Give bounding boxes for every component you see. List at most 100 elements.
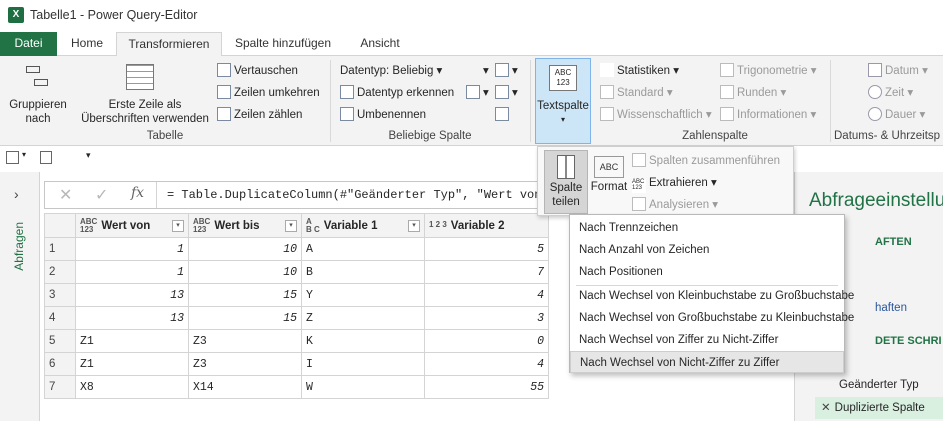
- filter-dropdown-icon[interactable]: ▾: [408, 219, 420, 232]
- expand-pane-icon[interactable]: ›: [14, 186, 19, 202]
- cell[interactable]: 4: [424, 352, 549, 376]
- column-header-variable-2[interactable]: 1 2 3 Variable 2: [424, 213, 549, 238]
- trigonometrie-button[interactable]: Trigonometrie ▾: [720, 63, 817, 77]
- erste-zeile-button[interactable]: Erste Zeile als Überschriften verwenden: [70, 98, 220, 126]
- dauer-button[interactable]: Dauer ▾: [868, 107, 925, 121]
- formula-text[interactable]: = Table.DuplicateColumn(#"Geänderter Typ…: [167, 188, 570, 202]
- save-icon[interactable]: [6, 151, 19, 164]
- vertauschen-button[interactable]: Vertauschen: [217, 63, 298, 77]
- spalte-teilen-button[interactable]: Spalte teilen: [544, 150, 588, 214]
- all-properties-link[interactable]: haften: [875, 302, 907, 314]
- cell[interactable]: 13: [75, 306, 189, 330]
- table-row[interactable]: 3 13 15 Y 4: [44, 283, 549, 307]
- header-row: ABC 123 Wert von ▾ ABC 123 Wert bis ▾ A B CV…: [44, 213, 549, 238]
- menu-klein-zu-gross[interactable]: Nach Wechsel von Kleinbuchstabe zu Großb…: [570, 285, 854, 307]
- gruppieren-button[interactable]: Gruppieren nach: [4, 98, 72, 126]
- fx-icon[interactable]: fx: [131, 185, 144, 201]
- informationen-button[interactable]: Informationen ▾: [720, 107, 816, 121]
- cell[interactable]: 5: [424, 237, 549, 261]
- wissenschaftlich-button[interactable]: Wissenschaftlich ▾: [600, 107, 712, 121]
- menu-nach-trennzeichen[interactable]: Nach Trennzeichen: [570, 217, 844, 239]
- cell[interactable]: 1: [75, 260, 189, 284]
- standard-button[interactable]: Standard ▾: [600, 85, 673, 99]
- convert-list-icon[interactable]: [495, 107, 512, 121]
- reverse-rows-icon: [217, 85, 231, 99]
- zeit-button[interactable]: Zeit ▾: [868, 85, 913, 99]
- datentyp-erkennen-button[interactable]: Datentyp erkennen: [340, 85, 454, 99]
- cell[interactable]: Z1: [75, 352, 189, 376]
- cell[interactable]: 10: [188, 237, 302, 261]
- filter-dropdown-icon[interactable]: ▾: [285, 219, 297, 232]
- zeilen-umkehren-button[interactable]: Zeilen umkehren: [217, 85, 320, 99]
- tab-spalte-hinzufuegen[interactable]: Spalte hinzufügen: [227, 32, 339, 56]
- table-row[interactable]: 5 Z1 Z3 K 0: [44, 329, 549, 353]
- cell[interactable]: Z3: [188, 329, 302, 353]
- cell[interactable]: 3: [424, 306, 549, 330]
- cell[interactable]: Z3: [188, 352, 302, 376]
- step-duplizierte-spalte[interactable]: ✕ Duplizierte Spalte: [815, 397, 943, 419]
- menu-gross-zu-klein[interactable]: Nach Wechsel von Großbuchstabe zu Kleinb…: [570, 307, 854, 329]
- table-row[interactable]: 2 1 10 B 7: [44, 260, 549, 284]
- table-row[interactable]: 7 X8 X14 W 55: [44, 375, 549, 399]
- qat-dropdown-icon[interactable]: ▾: [22, 150, 26, 159]
- delete-step-icon[interactable]: ✕: [821, 402, 831, 414]
- step-geaenderter-typ[interactable]: Geänderter Typ: [839, 379, 919, 391]
- umbenennen-button[interactable]: Umbenennen: [340, 107, 426, 121]
- customize-qat-icon[interactable]: ▾: [86, 150, 91, 161]
- cell[interactable]: A: [301, 237, 425, 261]
- datentyp-dropdown[interactable]: Datentyp: Beliebig ▾: [340, 63, 442, 77]
- datum-button[interactable]: Datum ▾: [868, 63, 928, 77]
- sort-icon[interactable]: ▾: [466, 63, 489, 77]
- cell[interactable]: 15: [188, 283, 302, 307]
- cell[interactable]: 15: [188, 306, 302, 330]
- table-corner-icon[interactable]: [44, 213, 76, 238]
- undo-icon[interactable]: [40, 151, 52, 164]
- textspalte-button[interactable]: ABC 123 Textspalte ▾: [535, 58, 591, 144]
- column-header-variable-1[interactable]: A B C Variable 1 ▾: [301, 213, 425, 238]
- tab-transformieren[interactable]: Transformieren: [116, 32, 222, 57]
- table-row[interactable]: 4 13 15 Z 3: [44, 306, 549, 330]
- cell[interactable]: B: [301, 260, 425, 284]
- tab-home[interactable]: Home: [62, 32, 112, 56]
- cell[interactable]: K: [301, 329, 425, 353]
- column-header-wert-von[interactable]: ABC 123 Wert von ▾: [75, 213, 189, 238]
- cell[interactable]: X8: [75, 375, 189, 399]
- menu-nach-anzahl-zeichen[interactable]: Nach Anzahl von Zeichen: [570, 239, 844, 261]
- column-header-wert-bis[interactable]: ABC 123 Wert bis ▾: [188, 213, 302, 238]
- menu-ziffer-zu-nicht-ziffer[interactable]: Nach Wechsel von Ziffer zu Nicht-Ziffer: [570, 329, 844, 351]
- spalten-zusammenfuehren-button[interactable]: Spalten zusammenführen: [632, 153, 780, 167]
- textspalte-label: Textspalte: [537, 100, 589, 112]
- tab-ansicht[interactable]: Ansicht: [352, 32, 408, 56]
- cell[interactable]: X14: [188, 375, 302, 399]
- pivot-icon[interactable]: ▾: [495, 63, 518, 77]
- format-button[interactable]: ABC Format: [590, 150, 628, 214]
- statistiken-button[interactable]: Statistiken ▾: [600, 63, 679, 77]
- menu-nach-positionen[interactable]: Nach Positionen: [570, 261, 844, 283]
- cancel-icon[interactable]: ✕: [59, 185, 72, 205]
- abfragen-label[interactable]: Abfragen: [12, 222, 26, 271]
- cell[interactable]: Y: [301, 283, 425, 307]
- cell[interactable]: 55: [424, 375, 549, 399]
- cell[interactable]: 13: [75, 283, 189, 307]
- table-row[interactable]: 6 Z1 Z3 I 4: [44, 352, 549, 376]
- runden-button[interactable]: Runden ▾: [720, 85, 786, 99]
- confirm-icon[interactable]: ✓: [95, 185, 108, 205]
- cell[interactable]: 4: [424, 283, 549, 307]
- cell[interactable]: I: [301, 352, 425, 376]
- fill-down-icon[interactable]: ▾: [466, 85, 489, 99]
- menu-nicht-ziffer-zu-ziffer[interactable]: Nach Wechsel von Nicht-Ziffer zu Ziffer: [570, 351, 844, 373]
- cell[interactable]: Z1: [75, 329, 189, 353]
- analysieren-button[interactable]: Analysieren ▾: [632, 197, 718, 211]
- unpivot-icon[interactable]: ▾: [495, 85, 518, 99]
- cell[interactable]: 7: [424, 260, 549, 284]
- zeilen-zaehlen-button[interactable]: Zeilen zählen: [217, 107, 302, 121]
- cell[interactable]: 1: [75, 237, 189, 261]
- tab-datei[interactable]: Datei: [0, 32, 57, 56]
- cell[interactable]: 0: [424, 329, 549, 353]
- cell[interactable]: W: [301, 375, 425, 399]
- extrahieren-button[interactable]: ABC 123 Extrahieren ▾: [632, 175, 717, 193]
- cell[interactable]: 10: [188, 260, 302, 284]
- cell[interactable]: Z: [301, 306, 425, 330]
- filter-dropdown-icon[interactable]: ▾: [172, 219, 184, 232]
- table-row[interactable]: 1 1 10 A 5: [44, 237, 549, 261]
